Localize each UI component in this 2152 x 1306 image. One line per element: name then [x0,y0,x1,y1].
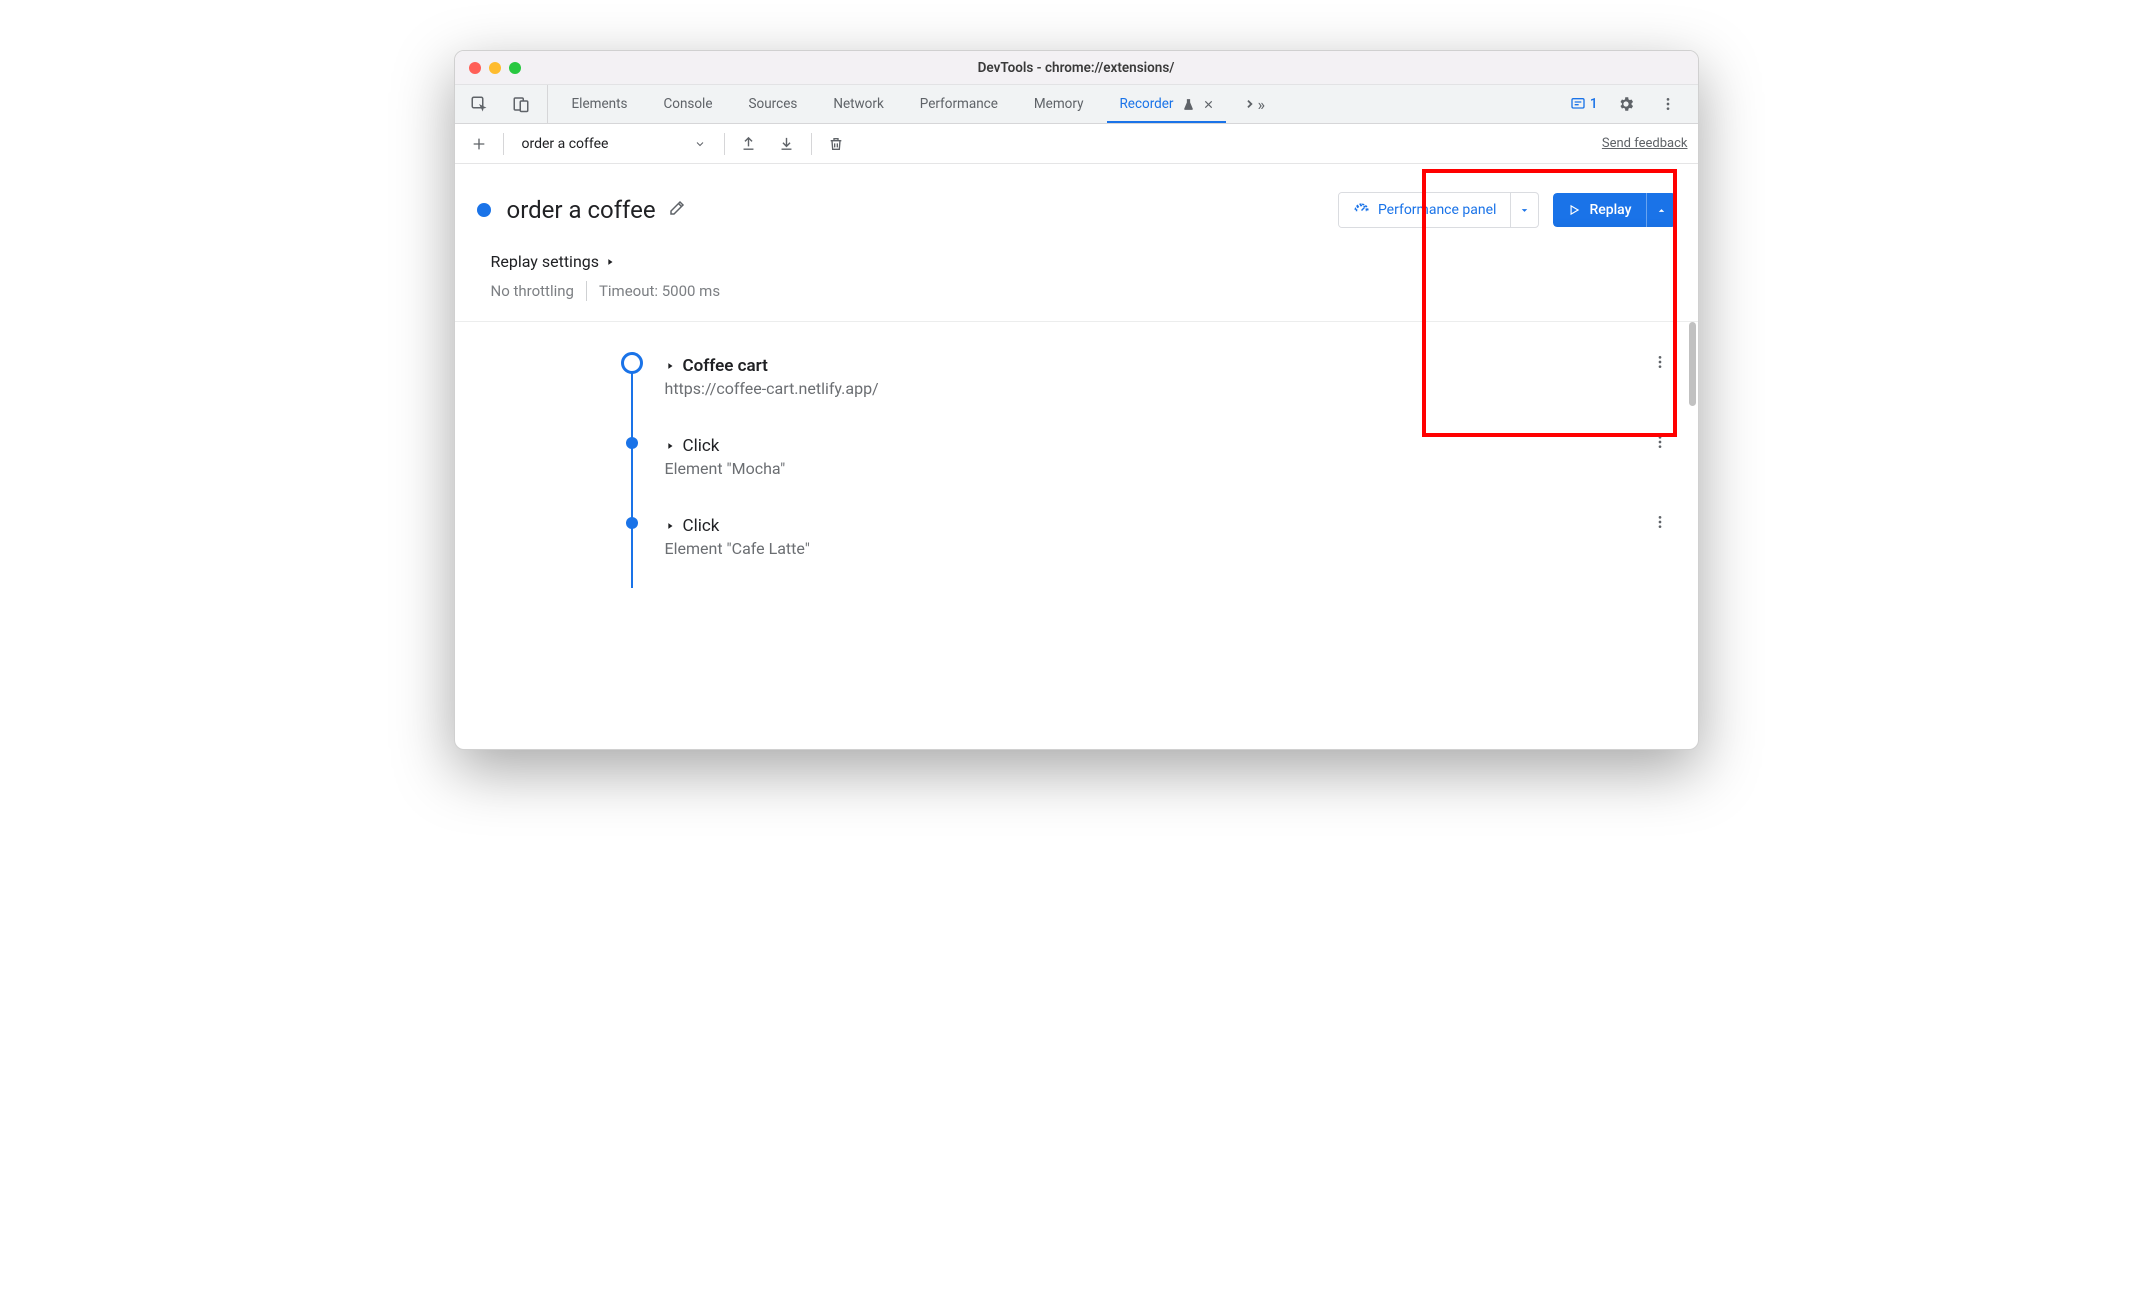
tab-recorder[interactable]: Recorder [1101,85,1231,123]
step-more-button[interactable] [1652,434,1668,454]
caret-right-icon [665,441,675,451]
more-tabs-button[interactable]: » [1232,85,1276,123]
recording-header: order a coffee Performance panel [455,164,1698,244]
divider [586,281,587,301]
recording-title: order a coffee [507,196,656,224]
step-list: Coffee cart https://coffee-cart.netlify.… [621,348,1672,588]
device-toggle-icon[interactable] [507,90,535,118]
replay-button-group: Replay Normal (Default) [1553,193,1675,227]
tab-sources[interactable]: Sources [731,85,816,123]
step-more-button[interactable] [1652,514,1668,534]
edit-title-button[interactable] [668,199,686,221]
step-title: Click [683,436,720,456]
step-marker-start [621,352,643,374]
traffic-lights [455,62,521,74]
performance-panel-button[interactable]: Performance panel [1339,193,1511,227]
tab-memory[interactable]: Memory [1016,85,1102,123]
window-title: DevTools - chrome://extensions/ [455,60,1698,76]
timeout-value: Timeout: 5000 ms [599,282,720,300]
chevron-down-icon [1519,205,1530,216]
scrollbar-thumb[interactable] [1689,322,1696,406]
close-tab-icon[interactable] [1203,99,1214,110]
maximize-window-button[interactable] [509,62,521,74]
throttling-value: No throttling [491,282,574,300]
steps-section: Coffee cart https://coffee-cart.netlify.… [455,322,1698,588]
step-more-button[interactable] [1652,354,1668,374]
caret-right-icon [605,257,615,267]
kebab-menu-icon[interactable] [1654,90,1682,118]
divider [724,133,725,155]
recording-status-dot [477,203,491,217]
send-feedback-link[interactable]: Send feedback [1602,136,1688,151]
issues-badge[interactable]: 1 [1570,96,1598,112]
devtools-window: DevTools - chrome://extensions/ Elements… [454,50,1699,750]
recorder-toolbar: order a coffee Send feedback [455,124,1698,164]
performance-panel-dropdown[interactable] [1510,193,1538,227]
close-window-button[interactable] [469,62,481,74]
step-title: Click [683,516,720,536]
step-marker-dot [626,437,638,449]
tab-console[interactable]: Console [645,85,730,123]
step-title: Coffee cart [683,356,768,376]
caret-right-icon [665,361,675,371]
caret-right-icon [665,521,675,531]
step-subtitle: Element "Cafe Latte" [665,539,810,558]
minimize-window-button[interactable] [489,62,501,74]
titlebar: DevTools - chrome://extensions/ [455,51,1698,85]
performance-panel-button-group: Performance panel [1338,192,1540,228]
replay-button[interactable]: Replay [1553,193,1645,227]
tabs-bar: Elements Console Sources Network Perform… [455,85,1698,124]
recorder-content: order a coffee Performance panel [455,164,1698,749]
play-icon [1567,203,1581,217]
step-item[interactable]: Click Element "Cafe Latte" [621,508,1672,588]
step-subtitle: Element "Mocha" [665,459,786,478]
replay-settings-toggle[interactable]: Replay settings [491,252,1662,271]
tab-network[interactable]: Network [815,85,901,123]
divider [811,133,812,155]
gauge-icon [1353,202,1370,219]
settings-gear-icon[interactable] [1612,90,1640,118]
step-item[interactable]: Coffee cart https://coffee-cart.netlify.… [621,348,1672,428]
tab-group: Elements Console Sources Network Perform… [548,85,1570,123]
recording-name: order a coffee [522,136,609,152]
tab-performance[interactable]: Performance [902,85,1016,123]
recording-dropdown[interactable]: order a coffee [514,134,714,154]
step-subtitle: https://coffee-cart.netlify.app/ [665,379,879,398]
replay-settings-section: Replay settings No throttling Timeout: 5… [455,244,1698,322]
import-button[interactable] [773,130,801,158]
export-button[interactable] [735,130,763,158]
inspect-element-icon[interactable] [465,90,493,118]
flask-icon [1182,98,1195,111]
tab-elements[interactable]: Elements [554,85,646,123]
step-marker-dot [626,517,638,529]
chevron-up-icon [1656,205,1667,216]
new-recording-button[interactable] [465,130,493,158]
replay-speed-dropdown[interactable] [1646,193,1676,227]
delete-button[interactable] [822,130,850,158]
chevron-down-icon [694,138,706,150]
divider [503,133,504,155]
step-item[interactable]: Click Element "Mocha" [621,428,1672,508]
issues-count: 1 [1590,96,1598,112]
